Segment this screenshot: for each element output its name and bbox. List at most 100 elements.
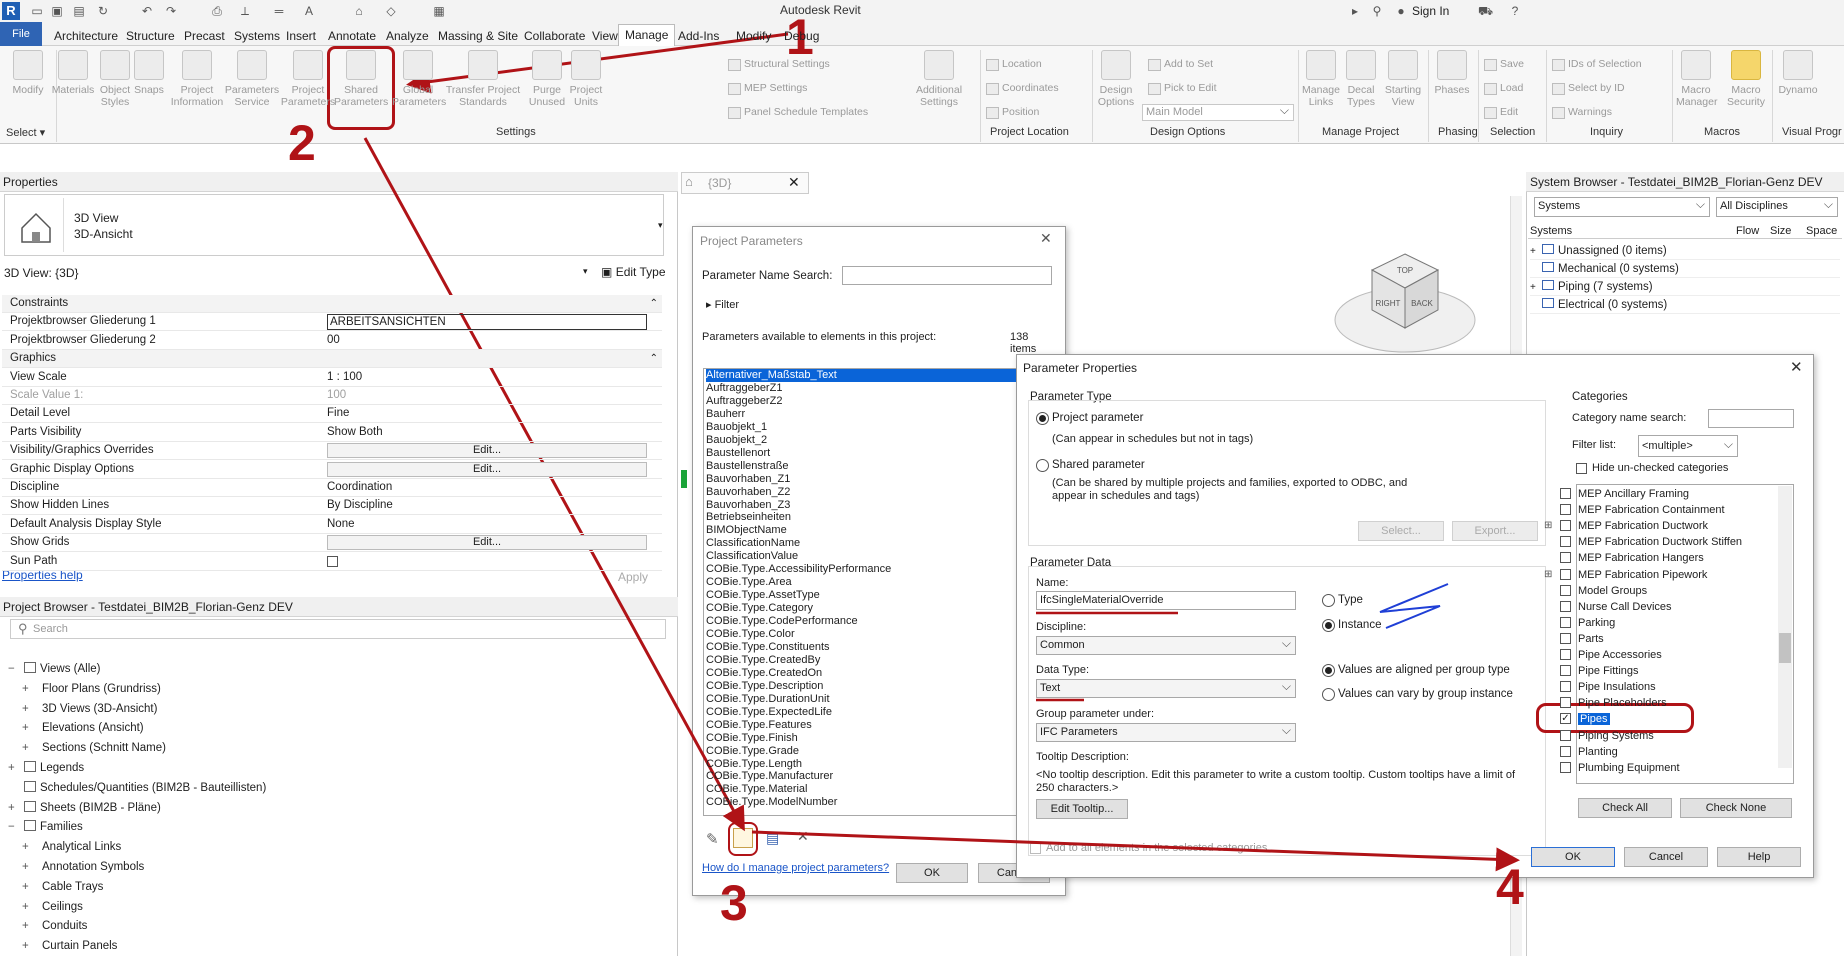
browser-item-sheets-bim2b-pl-ne[interactable]: + Sheets (BIM2B - Pläne) [8, 799, 161, 817]
browser-item-views-alle[interactable]: − Views (Alle) [8, 660, 101, 678]
parameter-list-item[interactable]: ClassificationName [706, 537, 1016, 550]
category-checkbox[interactable] [1560, 665, 1571, 677]
parameter-list-item[interactable]: COBie.Type.ExpectedLife [706, 706, 1016, 719]
expand-icon[interactable]: + [22, 700, 36, 718]
expand-icon[interactable]: + [22, 719, 36, 737]
tab-systems[interactable]: Systems [228, 26, 286, 46]
project-units-button[interactable]: Project Units [566, 50, 606, 108]
tab-debug[interactable]: Debug [778, 26, 825, 46]
category-mep-fabrication-ductwork[interactable]: ⊞ MEP Fabrication Ductwork [1544, 518, 1708, 534]
parameter-list-item[interactable]: Bauherr [706, 408, 1016, 421]
property-value[interactable]: Fine [327, 405, 349, 422]
parameter-list-item[interactable]: COBie.Type.ModelNumber [706, 796, 1016, 809]
column-header-systems[interactable]: Systems [1530, 225, 1572, 237]
parameter-list-item[interactable]: COBie.Type.Length [706, 758, 1016, 771]
tab-add-ins[interactable]: Add-Ins [672, 26, 725, 46]
parameter-list-item[interactable]: COBie.Type.Features [706, 719, 1016, 732]
purge-unused-button[interactable]: Purge Unused [528, 50, 566, 108]
sun-path-checkbox[interactable] [327, 555, 338, 567]
category-checkbox[interactable] [1560, 616, 1571, 628]
category-mep-fabrication-ductwork-stiffen[interactable]: MEP Fabrication Ductwork Stiffen [1560, 534, 1742, 550]
manage-links-button[interactable]: Manage Links [1300, 50, 1342, 108]
column-header-space[interactable]: Space [1806, 225, 1837, 237]
materials-button[interactable]: Materials [50, 50, 96, 96]
expand-icon[interactable]: − [8, 818, 22, 836]
category-pipes[interactable]: ✓ Pipes [1560, 711, 1610, 727]
parameter-list-item[interactable]: COBie.Type.CreatedOn [706, 667, 1016, 680]
parameter-list-item[interactable]: Alternativer_Maßstab_Text [706, 369, 1016, 382]
parameter-list-item[interactable]: COBie.Type.Area [706, 576, 1016, 589]
category-checkbox[interactable] [1560, 520, 1571, 532]
global-parameters-button[interactable]: Global Parameters [392, 50, 446, 108]
browser-item-families[interactable]: − Families [8, 818, 83, 836]
edit-button[interactable]: Edit... [327, 535, 647, 551]
collapse-icon[interactable]: ⌃ [650, 295, 658, 312]
tab-annotate[interactable]: Annotate [322, 26, 382, 46]
parameter-list-item[interactable]: Baustellenort [706, 447, 1016, 460]
category-pipe-accessories[interactable]: Pipe Accessories [1560, 647, 1662, 663]
expand-icon[interactable]: + [22, 878, 36, 896]
category-checkbox[interactable] [1560, 761, 1571, 773]
category-pipe-fittings[interactable]: Pipe Fittings [1560, 663, 1639, 679]
expand-icon[interactable]: ⊞ [1544, 518, 1552, 534]
browser-item-floor-plans-grundriss[interactable]: + Floor Plans (Grundriss) [22, 680, 161, 698]
browser-item-3d-views-3d-ansicht[interactable]: +3D Views (3D-Ansicht) [22, 700, 157, 718]
project-parameters-button[interactable]: Project Parameters [280, 50, 336, 108]
browser-item-legends[interactable]: + Legends [8, 759, 84, 777]
expand-icon[interactable]: + [22, 898, 36, 916]
category-parts[interactable]: Parts [1560, 631, 1604, 647]
project-information-button[interactable]: Project Information [170, 50, 224, 108]
snaps-button[interactable]: Snaps [132, 50, 166, 96]
browser-item-elevations-ansicht[interactable]: + Elevations (Ansicht) [22, 719, 144, 737]
expand-icon[interactable]: − [8, 660, 22, 678]
category-planting[interactable]: Planting [1560, 744, 1618, 760]
parameter-list-item[interactable]: COBie.Type.AssetType [706, 589, 1016, 602]
parameter-list-item[interactable]: AuftraggeberZ2 [706, 395, 1016, 408]
column-header-flow[interactable]: Flow [1736, 225, 1759, 237]
parameter-list-item[interactable]: Bauvorhaben_Z1 [706, 473, 1016, 486]
category-checkbox[interactable] [1560, 697, 1571, 709]
property-value[interactable]: 100 [327, 387, 346, 404]
system-row-mechanical-0-systems[interactable]: Mechanical (0 systems) [1530, 260, 1840, 278]
starting-view-button[interactable]: Starting View [1382, 50, 1424, 108]
parameters-service-button[interactable]: Parameters Service [224, 50, 280, 108]
category-checkbox[interactable] [1560, 568, 1571, 580]
category-checkbox[interactable] [1560, 536, 1571, 548]
category-parking[interactable]: Parking [1560, 615, 1615, 631]
expand-icon[interactable]: + [22, 838, 36, 856]
collapse-icon[interactable]: ⌃ [650, 350, 658, 367]
parameter-list-item[interactable]: BIMObjectName [706, 524, 1016, 537]
parameter-list-item[interactable]: Bauobjekt_1 [706, 421, 1016, 434]
parameter-list-item[interactable]: COBie.Type.Grade [706, 745, 1016, 758]
property-value[interactable]: Coordination [327, 479, 392, 496]
parameter-list-item[interactable]: COBie.Type.AccessibilityPerformance [706, 563, 1016, 576]
parameter-list-item[interactable]: COBie.Type.Description [706, 680, 1016, 693]
expand-icon[interactable]: + [22, 858, 36, 876]
system-row-piping-7-systems[interactable]: + Piping (7 systems) [1530, 278, 1840, 296]
parameter-list-item[interactable]: COBie.Type.Category [706, 602, 1016, 615]
parameter-list-item[interactable]: COBie.Type.Constituents [706, 641, 1016, 654]
expand-icon[interactable]: + [8, 799, 22, 817]
browser-item-schedules-quantities-bim2b-bauteillisten[interactable]: Schedules/Quantities (BIM2B - Bauteillis… [8, 779, 266, 797]
parameter-list-item[interactable]: COBie.Type.CodePerformance [706, 615, 1016, 628]
category-checkbox[interactable] [1560, 632, 1571, 644]
category-pipe-insulations[interactable]: Pipe Insulations [1560, 679, 1656, 695]
category-checkbox[interactable] [1560, 729, 1571, 741]
category-mep-fabrication-pipework[interactable]: ⊞ MEP Fabrication Pipework [1544, 567, 1707, 583]
browser-item-annotation-symbols[interactable]: + Annotation Symbols [22, 858, 144, 876]
edit-button[interactable]: Edit... [327, 443, 647, 459]
tab-insert[interactable]: Insert [280, 26, 322, 46]
tab-analyze[interactable]: Analyze [380, 26, 435, 46]
expand-icon[interactable]: + [22, 739, 36, 757]
property-value[interactable]: 00 [327, 332, 340, 349]
category-checkbox[interactable] [1560, 488, 1571, 499]
browser-item-ceilings[interactable]: + Ceilings [22, 898, 83, 916]
browser-item-conduits[interactable]: + Conduits [22, 917, 87, 935]
parameter-list-item[interactable]: COBie.Type.Finish [706, 732, 1016, 745]
decal-types-button[interactable]: Decal Types [1340, 50, 1382, 108]
tab-architecture[interactable]: Architecture [48, 26, 124, 46]
category-checkbox[interactable] [1560, 600, 1571, 612]
browser-item-cable-trays[interactable]: + Cable Trays [22, 878, 103, 896]
column-header-size[interactable]: Size [1770, 225, 1791, 237]
parameter-list-item[interactable]: COBie.Type.Color [706, 628, 1016, 641]
